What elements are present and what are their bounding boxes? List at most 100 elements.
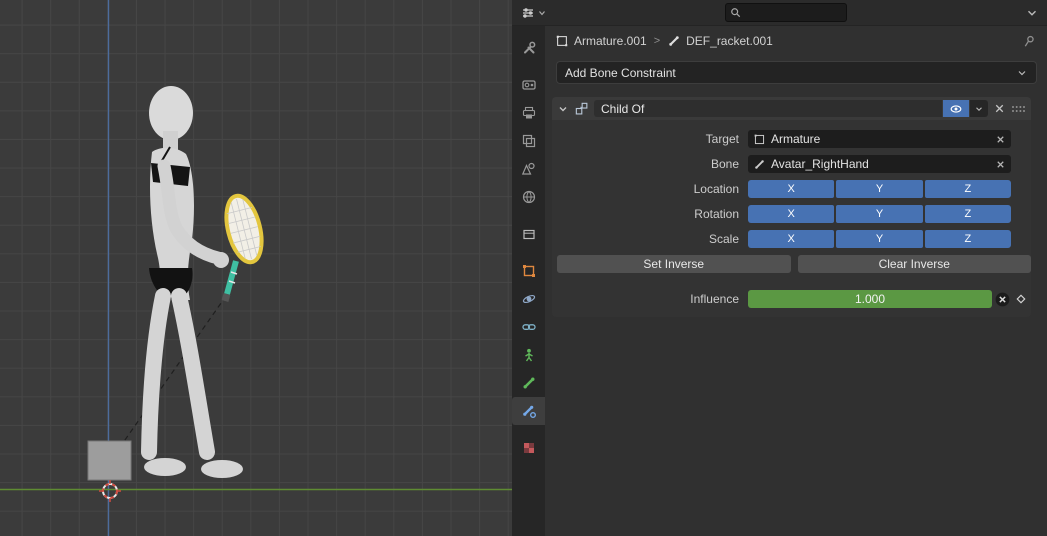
location-x-toggle[interactable]: X xyxy=(748,180,834,198)
tool-icon xyxy=(521,40,537,56)
extras-chevron-icon xyxy=(974,104,984,114)
tab-scene[interactable] xyxy=(512,155,545,183)
editor-type-button[interactable] xyxy=(520,5,546,21)
constraint-name-field[interactable]: Child Of xyxy=(594,100,942,117)
constraint-extras-dropdown[interactable] xyxy=(970,100,988,117)
bone-field[interactable]: Avatar_RightHand xyxy=(748,155,1011,173)
rotation-row: Rotation X Y Z xyxy=(552,205,1031,223)
pin-icon[interactable] xyxy=(1022,34,1037,49)
location-y-toggle[interactable]: Y xyxy=(836,180,922,198)
world-icon xyxy=(521,189,537,205)
rotation-x-toggle[interactable]: X xyxy=(748,205,834,223)
rotation-z-toggle[interactable]: Z xyxy=(925,205,1011,223)
editor-type-chevron-icon xyxy=(538,9,546,17)
influence-label: Influence xyxy=(557,292,748,306)
tab-bone[interactable] xyxy=(512,369,545,397)
search-input[interactable] xyxy=(745,7,829,19)
target-value: Armature xyxy=(771,132,820,146)
tab-tool[interactable] xyxy=(512,34,545,62)
bone-clear-icon[interactable] xyxy=(995,159,1006,170)
breadcrumb-object-label: Armature.001 xyxy=(574,34,647,48)
object-icon xyxy=(521,263,537,279)
tab-texture[interactable] xyxy=(512,434,545,462)
target-field[interactable]: Armature xyxy=(748,130,1011,148)
tab-bone-constraint[interactable] xyxy=(512,397,545,425)
constraint-panel-body: Target Armature xyxy=(552,120,1031,317)
panel-grip-handle[interactable] xyxy=(1011,104,1026,114)
child-of-icon xyxy=(574,101,589,116)
physics-icon xyxy=(521,291,537,307)
breadcrumb-object[interactable]: Armature.001 xyxy=(555,34,647,48)
tab-object-data[interactable] xyxy=(512,341,545,369)
constraint-enable-eye-toggle[interactable] xyxy=(943,100,969,117)
scale-axes: X Y Z xyxy=(748,230,1011,248)
collection-icon xyxy=(521,226,537,242)
location-z-toggle[interactable]: Z xyxy=(925,180,1011,198)
scale-row: Scale X Y Z xyxy=(552,230,1031,248)
texture-icon xyxy=(521,440,537,456)
add-bone-constraint-button[interactable]: Add Bone Constraint xyxy=(556,61,1037,84)
constraint-name-group: Child Of xyxy=(594,100,988,117)
scale-x-toggle[interactable]: X xyxy=(748,230,834,248)
front-foot xyxy=(201,460,243,478)
scale-y-toggle[interactable]: Y xyxy=(836,230,922,248)
bone-icon xyxy=(667,34,681,48)
target-row: Target Armature xyxy=(552,130,1031,148)
breadcrumb-bone[interactable]: DEF_racket.001 xyxy=(667,34,773,48)
location-axes: X Y Z xyxy=(748,180,1011,198)
bone-label: Bone xyxy=(557,157,748,171)
inverse-buttons-row: Set Inverse Clear Inverse xyxy=(552,255,1031,273)
influence-row: Influence 1.000 xyxy=(552,290,1031,308)
scale-z-toggle[interactable]: Z xyxy=(925,230,1011,248)
target-object-icon xyxy=(753,133,766,146)
influence-override-clear-button[interactable] xyxy=(994,290,1011,308)
constraint-close-icon[interactable] xyxy=(993,102,1006,115)
object-cube-icon xyxy=(555,34,569,48)
tab-world[interactable] xyxy=(512,183,545,211)
circle-x-icon xyxy=(994,291,1011,308)
rotation-y-toggle[interactable]: Y xyxy=(836,205,922,223)
target-label: Target xyxy=(557,132,748,146)
set-inverse-button[interactable]: Set Inverse xyxy=(557,255,791,273)
properties-editor: Armature.001 > DEF_racket.001 xyxy=(512,0,1047,536)
breadcrumb-separator: > xyxy=(654,35,660,47)
racket-grip-end xyxy=(225,294,227,301)
header-options-chevron-icon[interactable] xyxy=(1025,6,1039,20)
panel-expand-chevron-icon[interactable] xyxy=(557,103,569,115)
tab-object[interactable] xyxy=(512,257,545,285)
bone-row: Bone Avatar_RightHand xyxy=(552,155,1031,173)
influence-value: 1.000 xyxy=(855,292,885,306)
properties-editor-icon xyxy=(520,5,536,21)
front-leg xyxy=(179,296,207,452)
constraint-panel-header[interactable]: Child Of xyxy=(552,97,1031,120)
render-icon xyxy=(521,77,537,93)
tab-object-constraints[interactable] xyxy=(512,313,545,341)
tab-collection[interactable] xyxy=(512,220,545,248)
tab-view-layer[interactable] xyxy=(512,127,545,155)
clear-inverse-button[interactable]: Clear Inverse xyxy=(798,255,1032,273)
eye-icon xyxy=(949,102,963,116)
properties-search[interactable] xyxy=(725,3,847,22)
scale-label: Scale xyxy=(557,232,748,246)
breadcrumb-bone-label: DEF_racket.001 xyxy=(686,34,773,48)
tab-output[interactable] xyxy=(512,99,545,127)
child-of-constraint-panel: Child Of xyxy=(552,97,1031,317)
rotation-label: Rotation xyxy=(557,207,748,221)
target-clear-icon[interactable] xyxy=(995,134,1006,145)
keyframe-diamond-icon[interactable] xyxy=(1014,292,1028,306)
3d-viewport[interactable] xyxy=(0,0,512,536)
tab-render[interactable] xyxy=(512,71,545,99)
influence-slider[interactable]: 1.000 xyxy=(748,290,992,308)
properties-main: Armature.001 > DEF_racket.001 xyxy=(545,26,1047,536)
breadcrumb: Armature.001 > DEF_racket.001 xyxy=(545,26,1047,56)
bone-target-box[interactable] xyxy=(88,441,131,480)
blender-window: Armature.001 > DEF_racket.001 xyxy=(0,0,1047,536)
tennis-racket[interactable] xyxy=(220,192,268,301)
tab-physics[interactable] xyxy=(512,285,545,313)
hand xyxy=(213,252,229,268)
properties-tab-column xyxy=(512,26,545,536)
view-layer-icon xyxy=(521,133,537,149)
object-constraints-icon xyxy=(521,319,537,335)
bone-value: Avatar_RightHand xyxy=(771,157,869,171)
properties-header xyxy=(512,0,1047,26)
